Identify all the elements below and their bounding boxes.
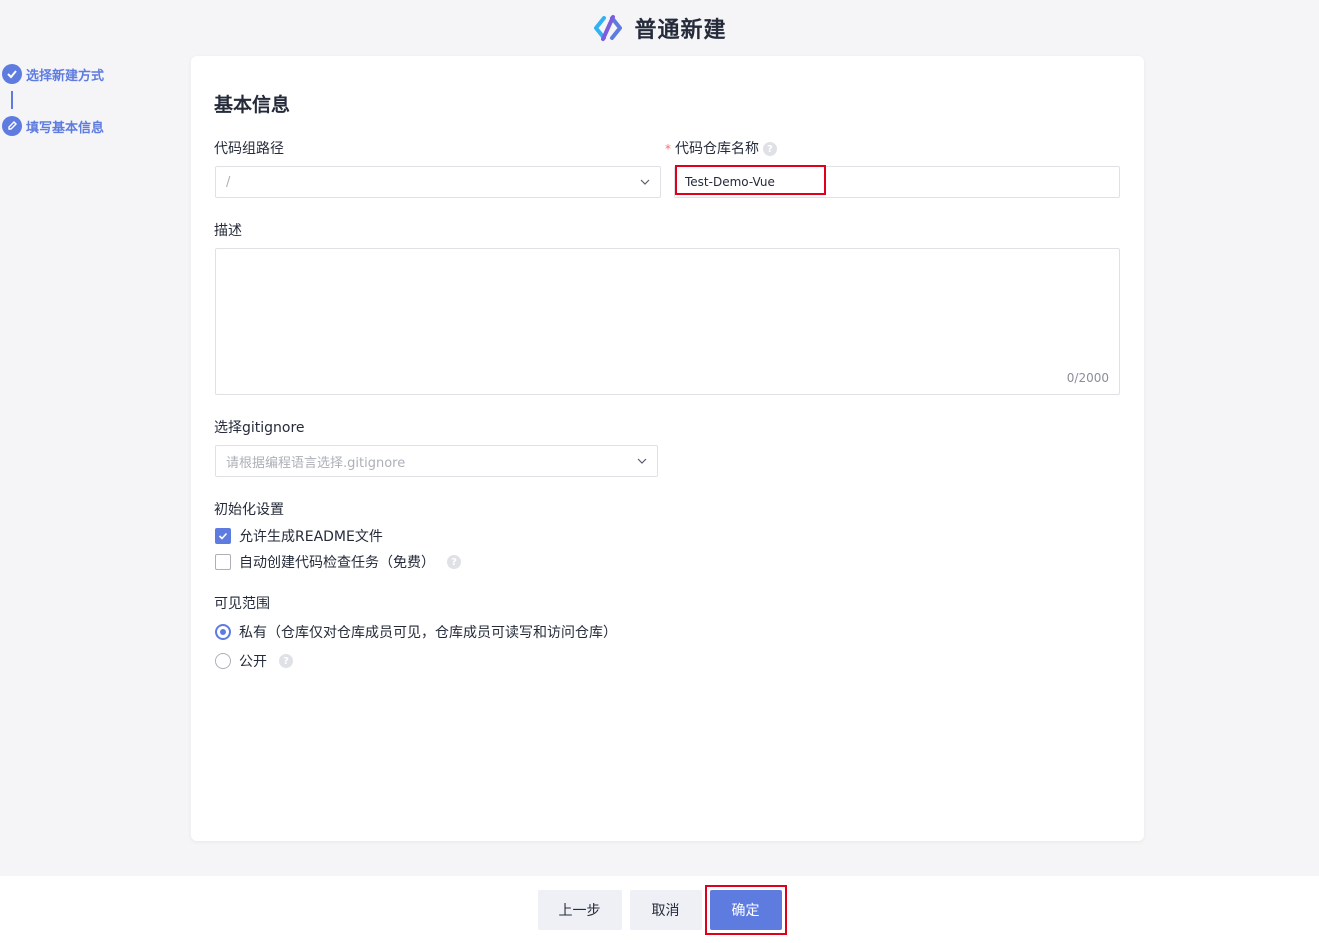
step-connector <box>11 91 13 109</box>
check-icon <box>218 532 228 540</box>
code-check-label: 自动创建代码检查任务（免费） <box>239 555 435 571</box>
readme-option[interactable]: 允许生成README文件 <box>215 526 383 546</box>
form-card: 基本信息 代码组路径 / * 代码仓库名称? Test-Demo-Vue 描述 0… <box>191 56 1144 841</box>
section-title: 基本信息 <box>214 94 291 116</box>
chevron-down-icon <box>637 458 647 464</box>
visibility-private-option[interactable]: 私有（仓库仅对仓库成员可见，仓库成员可读写和访问仓库） <box>215 622 617 642</box>
char-counter: 0/2000 <box>1066 371 1109 385</box>
confirm-button-wrap: 确定 <box>704 884 787 935</box>
description-label: 描述 <box>214 223 242 239</box>
page-title: 普通新建 <box>634 18 727 43</box>
public-label: 公开 <box>239 654 267 670</box>
readme-checkbox[interactable] <box>215 528 231 544</box>
group-path-select[interactable]: / <box>215 166 661 198</box>
visibility-label: 可见范围 <box>214 596 270 612</box>
required-mark: * <box>665 142 671 156</box>
help-icon[interactable]: ? <box>763 142 777 156</box>
step-fill-info[interactable]: 填写基本信息 <box>2 115 104 137</box>
edit-pencil-icon <box>2 116 22 136</box>
init-settings-label: 初始化设置 <box>214 502 284 518</box>
help-icon[interactable]: ? <box>279 654 293 668</box>
check-icon <box>2 64 22 84</box>
repo-name-label-group: * 代码仓库名称? <box>665 138 777 158</box>
confirm-highlight-box <box>704 884 787 935</box>
gitignore-label: 选择gitignore <box>214 420 305 436</box>
cancel-button[interactable]: 取消 <box>629 889 702 930</box>
visibility-public-option[interactable]: 公开 ? <box>215 651 293 671</box>
group-path-label: 代码组路径 <box>214 141 284 157</box>
help-icon[interactable]: ? <box>447 555 461 569</box>
page-header: 普通新建 <box>0 0 1319 56</box>
step-select-method[interactable]: 选择新建方式 <box>2 63 104 85</box>
private-label: 私有（仓库仅对仓库成员可见，仓库成员可读写和访问仓库） <box>239 625 617 641</box>
repo-name-label: 代码仓库名称 <box>675 141 759 157</box>
gitignore-select[interactable]: 请根据编程语言选择.gitignore <box>215 445 658 477</box>
codearts-logo-icon <box>594 15 623 41</box>
code-check-option[interactable]: 自动创建代码检查任务（免费） ? <box>215 552 461 572</box>
gitignore-placeholder: 请根据编程语言选择.gitignore <box>226 455 406 471</box>
code-check-checkbox[interactable] <box>215 554 231 570</box>
readme-label: 允许生成README文件 <box>239 529 383 545</box>
repo-name-highlight-box <box>675 165 826 195</box>
footer-bar: 上一步 取消 确定 <box>0 876 1319 943</box>
description-textarea[interactable]: 0/2000 <box>215 248 1120 395</box>
step-label: 选择新建方式 <box>26 68 105 84</box>
prev-step-button[interactable]: 上一步 <box>537 889 622 930</box>
public-radio[interactable] <box>215 653 231 669</box>
private-radio[interactable] <box>215 624 231 640</box>
chevron-down-icon <box>640 179 650 185</box>
step-label: 填写基本信息 <box>26 120 105 136</box>
wizard-steps: 选择新建方式 填写基本信息 <box>2 63 104 137</box>
group-path-value: / <box>226 174 231 190</box>
